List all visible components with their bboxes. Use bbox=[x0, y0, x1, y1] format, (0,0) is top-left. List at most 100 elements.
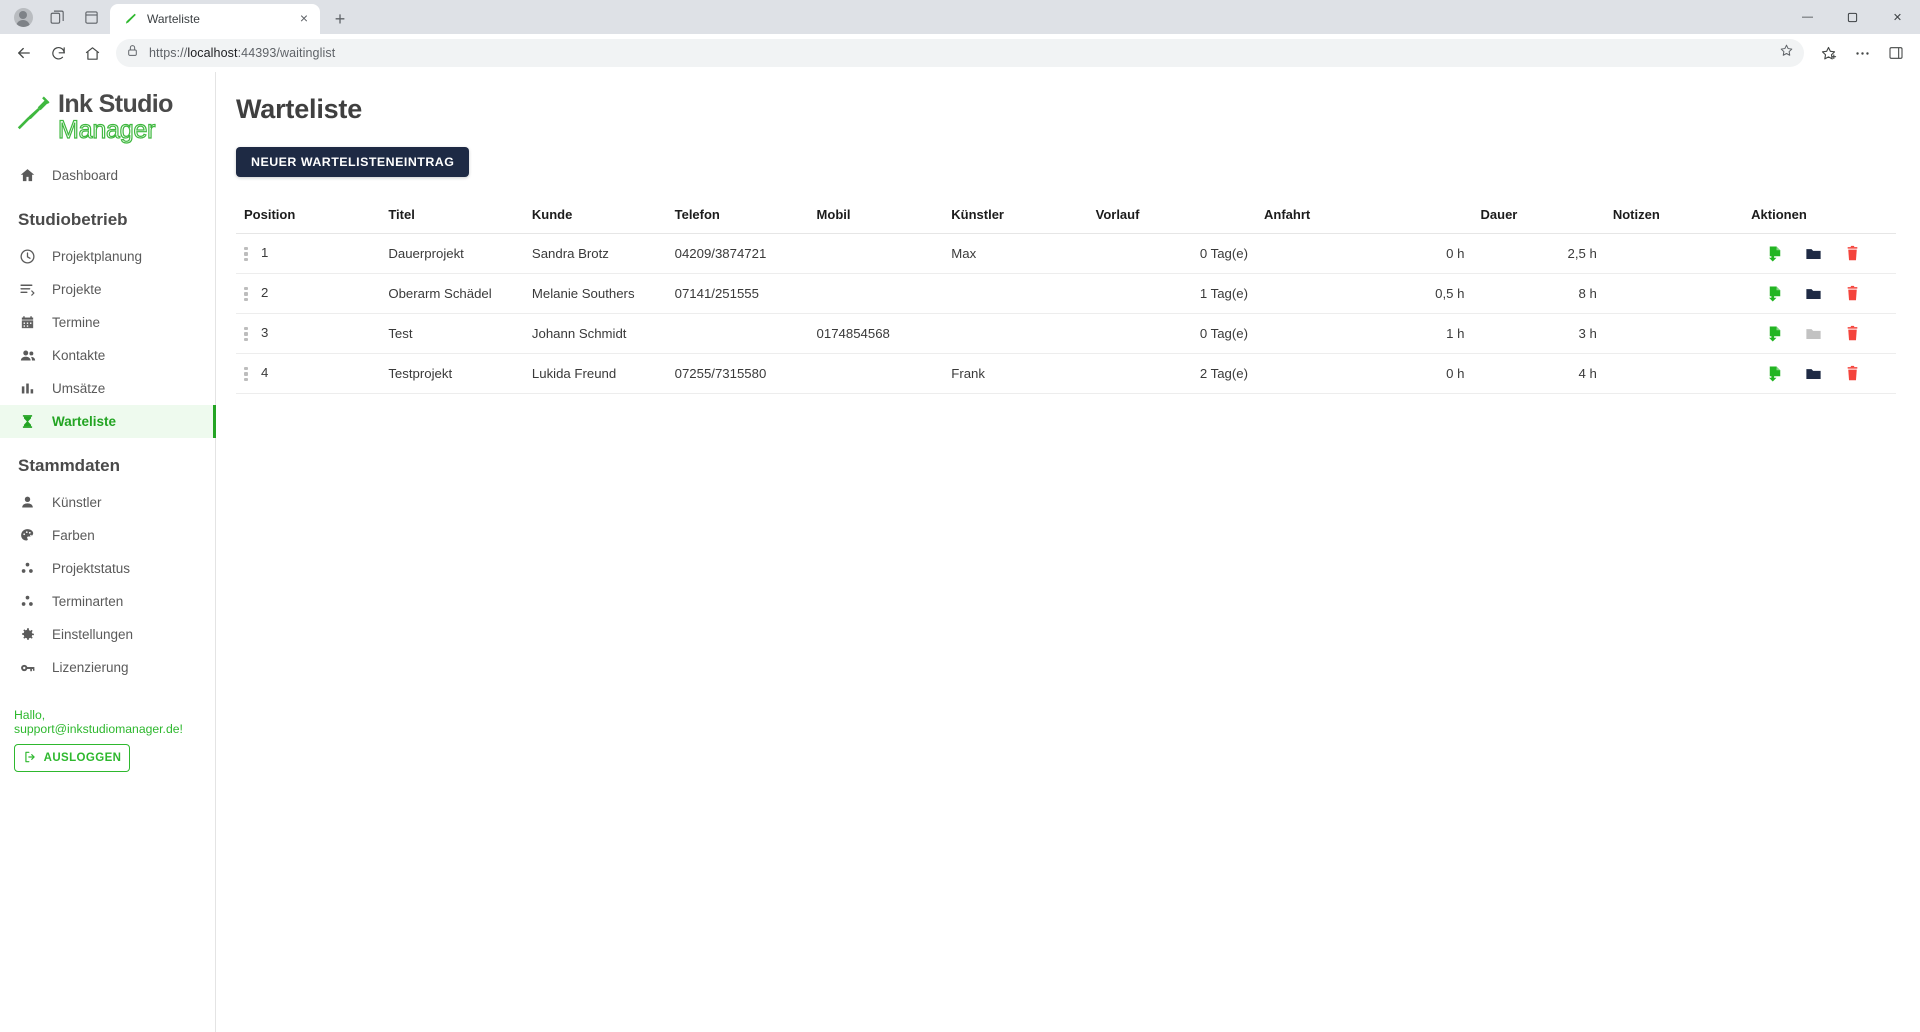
address-bar[interactable]: https://localhost:44393/waitinglist bbox=[116, 39, 1804, 67]
cell-vorlauf: 0 Tag(e) bbox=[1087, 313, 1256, 354]
column-header-titel[interactable]: Titel bbox=[380, 201, 524, 234]
cell-anfahrt: 0 h bbox=[1256, 233, 1473, 274]
tattoo-pen-icon bbox=[122, 11, 138, 27]
sidebar-item-label: Warteliste bbox=[52, 414, 117, 429]
cell-kuenstler bbox=[943, 313, 1088, 354]
browser-tab[interactable]: Warteliste × bbox=[110, 4, 320, 34]
sidebar-item-umsaetze[interactable]: Umsätze bbox=[0, 372, 215, 405]
cell-position[interactable]: 2 bbox=[236, 273, 381, 314]
new-tab-button[interactable]: + bbox=[326, 5, 354, 33]
split-screen-icon[interactable] bbox=[74, 0, 108, 34]
cell-notizen bbox=[1604, 273, 1744, 314]
convert-to-project-icon[interactable] bbox=[1765, 244, 1784, 263]
close-window-button[interactable]: ✕ bbox=[1875, 0, 1920, 34]
drag-handle[interactable] bbox=[244, 326, 249, 342]
delete-icon[interactable] bbox=[1843, 284, 1862, 303]
column-header-anfahrt[interactable]: Anfahrt bbox=[1256, 201, 1473, 234]
collections-icon[interactable] bbox=[1880, 37, 1912, 69]
column-header-kunde[interactable]: Kunde bbox=[523, 201, 667, 234]
app-logo: Ink Studio Manager bbox=[0, 86, 215, 153]
open-folder-icon[interactable] bbox=[1804, 284, 1823, 303]
people-icon bbox=[18, 347, 37, 365]
open-folder-icon[interactable] bbox=[1804, 364, 1823, 383]
convert-to-project-icon[interactable] bbox=[1765, 364, 1784, 383]
settings-ellipsis-icon[interactable] bbox=[1846, 37, 1878, 69]
cell-titel: Test bbox=[380, 313, 524, 354]
column-header-telefon[interactable]: Telefon bbox=[666, 201, 809, 234]
tab-search-icon[interactable] bbox=[40, 0, 74, 34]
home-icon[interactable] bbox=[76, 37, 108, 69]
sidebar-item-terminarten[interactable]: Terminarten bbox=[0, 585, 215, 618]
home-icon bbox=[18, 167, 37, 184]
cell-telefon: 07255/7315580 bbox=[666, 353, 809, 394]
column-header-vorlauf[interactable]: Vorlauf bbox=[1087, 201, 1256, 234]
logout-button[interactable]: AUSLOGGEN bbox=[14, 744, 130, 772]
sidebar-item-kontakte[interactable]: Kontakte bbox=[0, 339, 215, 372]
delete-icon[interactable] bbox=[1843, 324, 1862, 343]
bookmark-star-icon[interactable] bbox=[1779, 43, 1794, 63]
cell-kunde: Sandra Brotz bbox=[523, 233, 667, 274]
delete-icon[interactable] bbox=[1843, 364, 1862, 383]
table-row[interactable]: 4 Testprojekt Lukida Freund 07255/731558… bbox=[236, 353, 1896, 394]
column-header-position[interactable]: Position bbox=[236, 201, 381, 234]
sidebar-item-label: Lizenzierung bbox=[52, 660, 129, 675]
sidebar-item-projekte[interactable]: Projekte bbox=[0, 273, 215, 306]
profile-avatar[interactable] bbox=[6, 0, 40, 34]
sidebar-item-label: Kontakte bbox=[52, 348, 106, 363]
sidebar-item-warteliste[interactable]: Warteliste bbox=[0, 405, 216, 438]
cell-kuenstler: Max bbox=[943, 233, 1088, 274]
sidebar-item-kuenstler[interactable]: Künstler bbox=[0, 486, 215, 519]
cell-titel: Testprojekt bbox=[380, 353, 524, 394]
open-folder-icon bbox=[1804, 324, 1823, 343]
gear-icon bbox=[18, 626, 37, 643]
cell-mobil bbox=[808, 353, 944, 394]
sidebar-item-projektstatus[interactable]: Projektstatus bbox=[0, 552, 215, 585]
cell-telefon bbox=[666, 313, 809, 354]
table-row[interactable]: 2 Oberarm Schädel Melanie Southers 07141… bbox=[236, 273, 1896, 314]
drag-handle[interactable] bbox=[244, 286, 249, 302]
cell-dauer: 3 h bbox=[1472, 313, 1605, 354]
delete-icon[interactable] bbox=[1843, 244, 1862, 263]
sidebar-item-lizenzierung[interactable]: Lizenzierung bbox=[0, 651, 215, 684]
cell-aktionen bbox=[1743, 353, 1896, 394]
cell-position[interactable]: 4 bbox=[236, 353, 381, 394]
drag-handle[interactable] bbox=[244, 246, 249, 262]
table-row[interactable]: 3 Test Johann Schmidt 0174854568 0 Tag(e… bbox=[236, 313, 1896, 354]
cell-notizen bbox=[1604, 353, 1744, 394]
convert-to-project-icon[interactable] bbox=[1765, 284, 1784, 303]
drag-handle[interactable] bbox=[244, 366, 249, 382]
column-header-notizen[interactable]: Notizen bbox=[1604, 201, 1744, 234]
sidebar-item-termine[interactable]: Termine bbox=[0, 306, 215, 339]
column-header-aktionen: Aktionen bbox=[1743, 201, 1896, 234]
sidebar-item-dashboard[interactable]: Dashboard bbox=[0, 159, 215, 192]
table-body: 1 Dauerprojekt Sandra Brotz 04209/387472… bbox=[236, 233, 1896, 394]
minimize-button[interactable]: — bbox=[1785, 0, 1830, 34]
sidebar-item-einstellungen[interactable]: Einstellungen bbox=[0, 618, 215, 651]
cell-position[interactable]: 3 bbox=[236, 313, 381, 354]
column-header-mobil[interactable]: Mobil bbox=[808, 201, 944, 234]
close-icon[interactable]: × bbox=[296, 11, 312, 27]
convert-to-project-icon[interactable] bbox=[1765, 324, 1784, 343]
sidebar-section-title: Stammdaten bbox=[18, 456, 121, 475]
table-row[interactable]: 1 Dauerprojekt Sandra Brotz 04209/387472… bbox=[236, 233, 1896, 274]
sidebar-item-label: Termine bbox=[52, 315, 101, 330]
open-folder-icon[interactable] bbox=[1804, 244, 1823, 263]
reload-icon[interactable] bbox=[42, 37, 74, 69]
dots-group-icon bbox=[18, 593, 37, 610]
table-header: Position Titel Kunde Telefon Mobil Künst… bbox=[236, 201, 1896, 234]
cell-position[interactable]: 1 bbox=[236, 233, 381, 274]
sidebar-item-projektplanung[interactable]: Projektplanung bbox=[0, 240, 215, 273]
new-waitinglist-entry-button[interactable]: NEUER WARTELISTENEINTRAG bbox=[236, 147, 470, 177]
cell-aktionen bbox=[1743, 313, 1896, 354]
favorites-icon[interactable] bbox=[1812, 37, 1844, 69]
column-header-kuenstler[interactable]: Künstler bbox=[943, 201, 1088, 234]
sidebar-item-farben[interactable]: Farben bbox=[0, 519, 215, 552]
palette-icon bbox=[18, 527, 37, 544]
maximize-button[interactable] bbox=[1830, 0, 1875, 34]
calendar-icon bbox=[18, 314, 37, 331]
key-icon bbox=[18, 659, 37, 677]
list-edit-icon bbox=[18, 281, 37, 298]
column-header-dauer[interactable]: Dauer bbox=[1472, 201, 1605, 234]
browser-toolbar: https://localhost:44393/waitinglist bbox=[0, 34, 1920, 72]
back-arrow-icon[interactable] bbox=[8, 37, 40, 69]
